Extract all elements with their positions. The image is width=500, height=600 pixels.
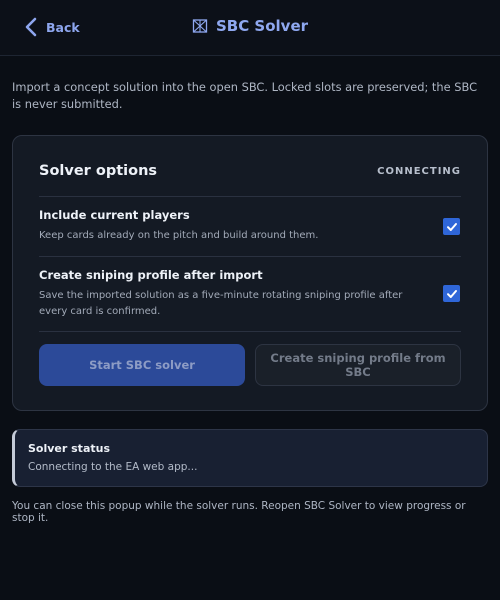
header: Back SBC Solver bbox=[0, 0, 500, 56]
solver-status-card: Solver status Connecting to the EA web a… bbox=[12, 429, 488, 487]
option-label: Create sniping profile after import bbox=[39, 268, 263, 282]
sbc-grid-icon bbox=[192, 19, 208, 33]
divider bbox=[39, 196, 461, 197]
option-description: Save the imported solution as a five-min… bbox=[39, 290, 403, 317]
divider bbox=[39, 331, 461, 332]
panel-title: Solver options bbox=[39, 163, 158, 179]
solver-options-panel: Solver options CONNECTING Include curren… bbox=[12, 135, 488, 411]
start-sbc-solver-button[interactable]: Start SBC solver bbox=[39, 344, 245, 386]
checkmark-icon bbox=[446, 289, 457, 298]
status-title: Solver status bbox=[28, 442, 111, 455]
option-label: Include current players bbox=[39, 208, 190, 222]
option-description: Keep cards already on the pitch and buil… bbox=[39, 230, 319, 241]
create-sniping-profile-checkbox[interactable] bbox=[443, 285, 460, 302]
option-include-current-players: Include current players Keep cards alrea… bbox=[39, 208, 461, 244]
panel-header: Solver options CONNECTING bbox=[39, 158, 461, 198]
intro-text: Import a concept solution into the open … bbox=[12, 80, 478, 111]
status-message: Connecting to the EA web app... bbox=[28, 461, 198, 473]
include-current-players-checkbox[interactable] bbox=[443, 218, 460, 235]
create-sniping-profile-button[interactable]: Create sniping profile from SBC bbox=[255, 344, 461, 386]
footer-note: You can close this popup while the solve… bbox=[12, 500, 466, 524]
connection-status-badge: CONNECTING bbox=[377, 166, 461, 177]
option-create-sniping-profile: Create sniping profile after import Save… bbox=[39, 268, 461, 320]
checkmark-icon bbox=[446, 222, 457, 231]
divider bbox=[39, 256, 461, 257]
page-title: SBC Solver bbox=[0, 17, 500, 35]
page-title-text: SBC Solver bbox=[215, 17, 309, 35]
